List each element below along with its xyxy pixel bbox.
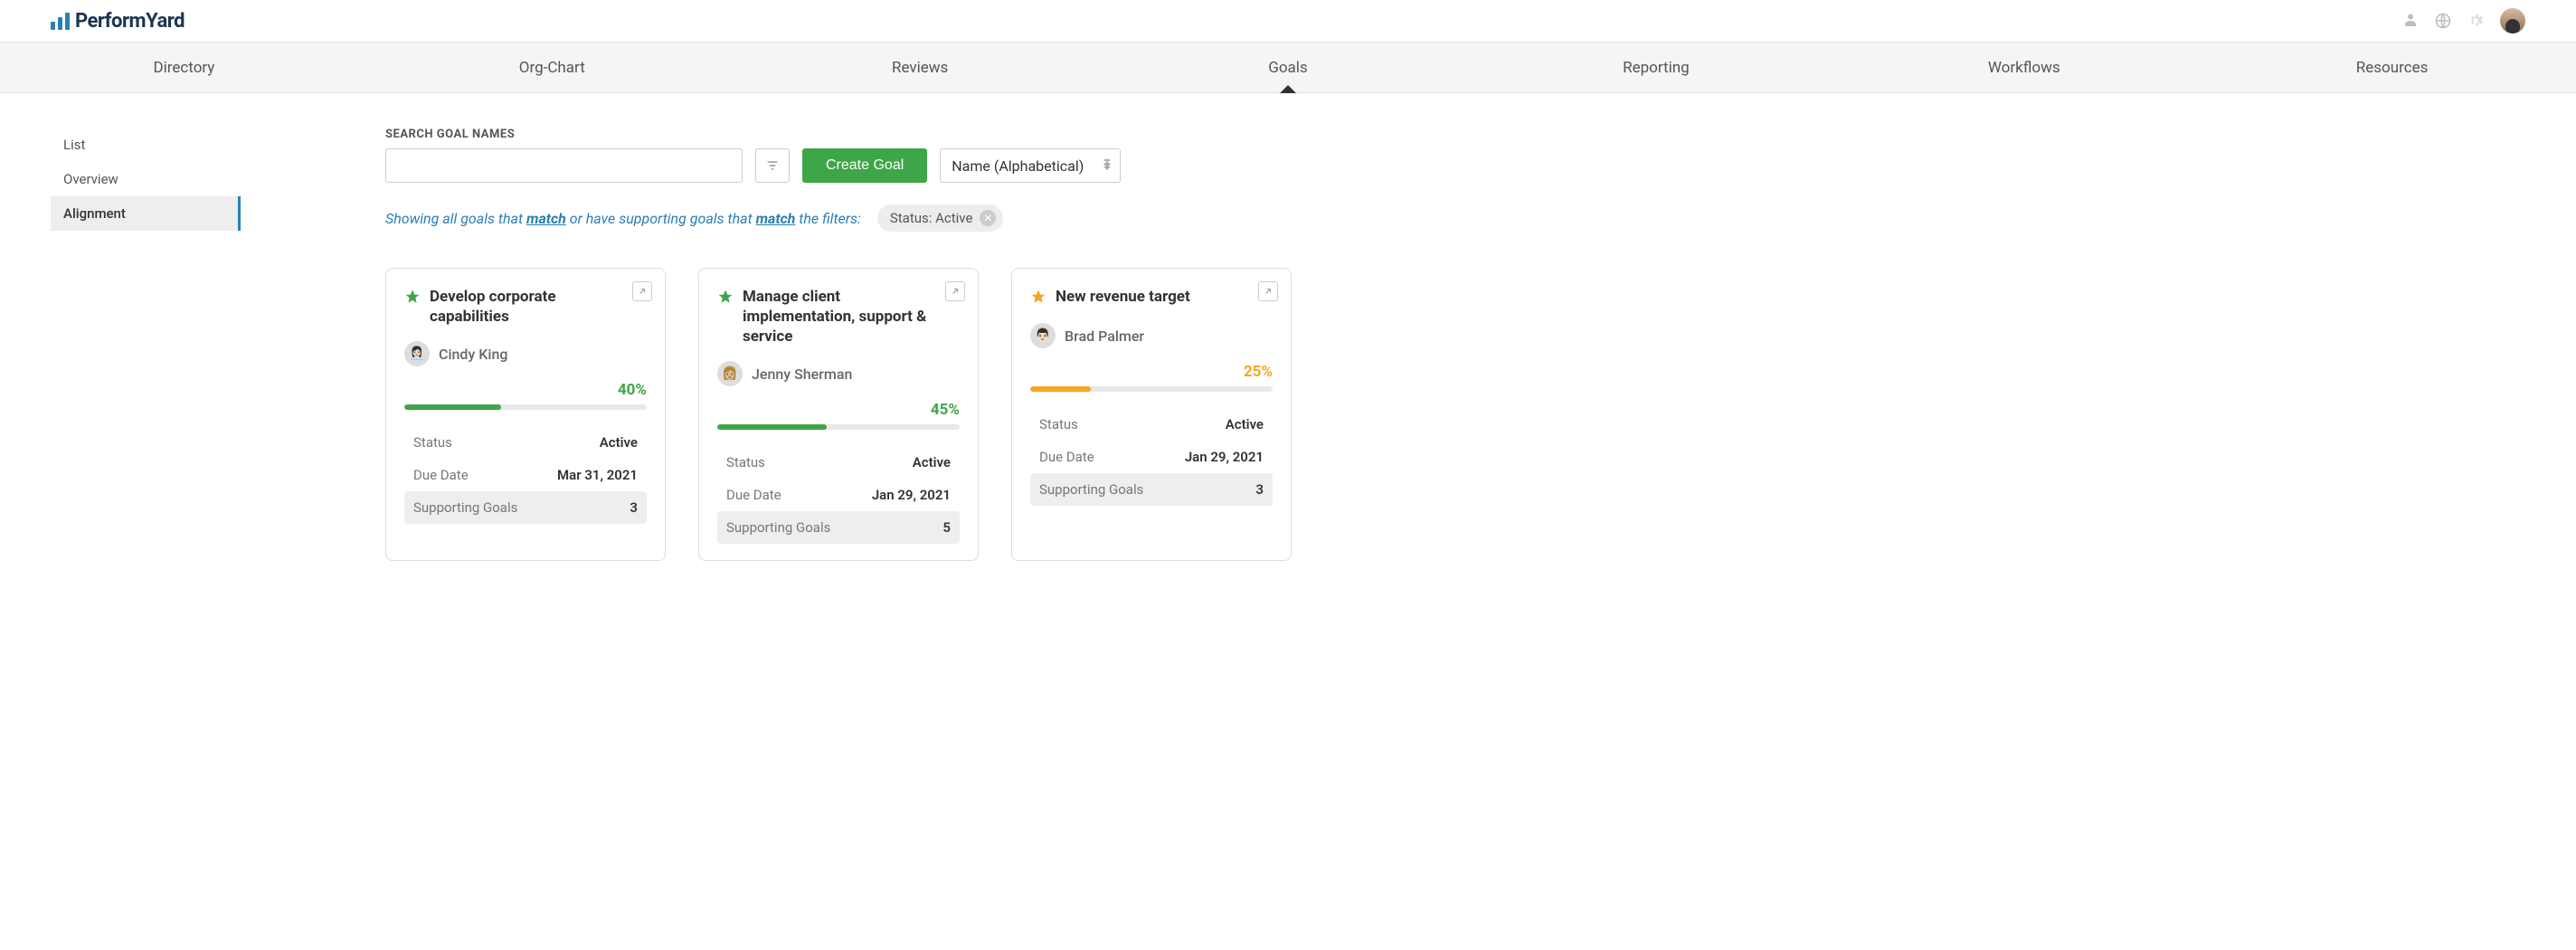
due-date-label: Due Date <box>413 467 469 483</box>
status-label: Status <box>413 434 452 451</box>
status-row: Status Active <box>404 426 647 459</box>
supporting-label: Supporting Goals <box>726 519 830 536</box>
logo-text: PerformYard <box>75 10 185 33</box>
supporting-goals-row[interactable]: Supporting Goals 3 <box>404 491 647 524</box>
due-date-row: Due Date Jan 29, 2021 <box>717 479 960 511</box>
topbar: PerformYard <box>0 0 2576 43</box>
org-icon[interactable] <box>2402 13 2419 29</box>
controls-row: Create Goal Name (Alphabetical) <box>385 148 2525 183</box>
goal-cards: Develop corporate capabilities 👩🏻‍💼 Cind… <box>385 268 2525 561</box>
nav-item-reporting[interactable]: Reporting <box>1472 43 1840 92</box>
due-date-label: Due Date <box>1039 449 1094 465</box>
goal-card: New revenue target 👨🏻 Brad Palmer 25% St… <box>1011 268 1292 561</box>
sort-select[interactable]: Name (Alphabetical) <box>940 148 1121 183</box>
goal-card: Manage client implementation, support & … <box>698 268 979 561</box>
filter-chip-label: Status: Active <box>890 210 973 226</box>
star-icon <box>404 289 421 309</box>
progress-percent: 25% <box>1030 363 1273 381</box>
status-value: Active <box>600 434 638 451</box>
goal-title: Develop corporate capabilities <box>430 287 620 327</box>
owner-avatar: 👨🏻 <box>1030 323 1056 348</box>
filter-chip-remove[interactable]: ✕ <box>980 210 996 226</box>
nav-item-reviews[interactable]: Reviews <box>736 43 1104 92</box>
nav-item-resources[interactable]: Resources <box>2208 43 2576 92</box>
goal-card: Develop corporate capabilities 👩🏻‍💼 Cind… <box>385 268 666 561</box>
logo[interactable]: PerformYard <box>51 10 185 33</box>
progress-bar <box>1030 386 1273 392</box>
status-label: Status <box>726 454 765 470</box>
owner-name: Cindy King <box>439 346 507 363</box>
expand-icon[interactable] <box>1258 281 1278 301</box>
goal-owner[interactable]: 👩🏼 Jenny Sherman <box>717 361 960 386</box>
supporting-value: 3 <box>1255 481 1264 498</box>
nav-item-orgchart[interactable]: Org-Chart <box>368 43 736 92</box>
goal-title: New revenue target <box>1056 287 1190 307</box>
progress-percent: 45% <box>717 401 960 419</box>
expand-icon[interactable] <box>632 281 652 301</box>
search-input[interactable] <box>385 148 743 183</box>
create-goal-button[interactable]: Create Goal <box>802 148 927 183</box>
supporting-value: 3 <box>630 499 638 516</box>
status-value: Active <box>1226 416 1264 432</box>
star-icon <box>717 289 734 309</box>
filter-button[interactable] <box>755 148 790 183</box>
supporting-goals-row[interactable]: Supporting Goals 3 <box>1030 473 1273 506</box>
supporting-label: Supporting Goals <box>1039 481 1143 498</box>
nav-item-directory[interactable]: Directory <box>0 43 368 92</box>
sidebar-item-list[interactable]: List <box>51 128 241 162</box>
goal-title: Manage client implementation, support & … <box>743 287 933 347</box>
globe-icon[interactable] <box>2435 13 2451 29</box>
supporting-label: Supporting Goals <box>413 499 517 516</box>
search-label: SEARCH GOAL NAMES <box>385 128 2525 141</box>
main-content: ListOverviewAlignment SEARCH GOAL NAMES … <box>0 93 2576 561</box>
due-date-value: Jan 29, 2021 <box>872 487 951 503</box>
due-date-label: Due Date <box>726 487 781 503</box>
topbar-actions <box>2402 8 2525 33</box>
supporting-goals-row[interactable]: Supporting Goals 5 <box>717 511 960 544</box>
progress-percent: 40% <box>404 381 647 399</box>
filter-chip-status: Status: Active ✕ <box>877 204 1004 232</box>
filter-icon <box>765 158 780 173</box>
sidebar-item-overview[interactable]: Overview <box>51 162 241 196</box>
due-date-value: Jan 29, 2021 <box>1185 449 1264 465</box>
nav-item-workflows[interactable]: Workflows <box>1840 43 2208 92</box>
status-row: Status Active <box>1030 408 1273 441</box>
owner-avatar: 👩🏼 <box>717 361 743 386</box>
owner-name: Jenny Sherman <box>752 366 852 383</box>
owner-avatar: 👩🏻‍💼 <box>404 341 430 366</box>
nav-item-goals[interactable]: Goals <box>1104 43 1473 92</box>
content-area: SEARCH GOAL NAMES Create Goal Name (Alph… <box>241 128 2525 561</box>
filter-description: Showing all goals that match or have sup… <box>385 204 2525 232</box>
sidebar: ListOverviewAlignment <box>51 128 241 561</box>
star-icon <box>1030 289 1046 309</box>
owner-name: Brad Palmer <box>1065 328 1144 345</box>
main-nav: DirectoryOrg-ChartReviewsGoalsReportingW… <box>0 43 2576 93</box>
status-value: Active <box>913 454 951 470</box>
progress-bar <box>717 424 960 430</box>
goal-owner[interactable]: 👨🏻 Brad Palmer <box>1030 323 1273 348</box>
gear-icon[interactable] <box>2467 13 2484 29</box>
status-label: Status <box>1039 416 1078 432</box>
due-date-value: Mar 31, 2021 <box>557 467 638 483</box>
due-date-row: Due Date Jan 29, 2021 <box>1030 441 1273 473</box>
supporting-value: 5 <box>942 519 951 536</box>
logo-icon <box>51 13 70 30</box>
progress-bar <box>404 404 647 410</box>
sidebar-item-alignment[interactable]: Alignment <box>51 196 241 231</box>
expand-icon[interactable] <box>945 281 965 301</box>
status-row: Status Active <box>717 446 960 479</box>
sort-selected: Name (Alphabetical) <box>952 157 1084 175</box>
sort-arrows-icon <box>1103 161 1111 170</box>
user-avatar[interactable] <box>2500 8 2525 33</box>
goal-owner[interactable]: 👩🏻‍💼 Cindy King <box>404 341 647 366</box>
due-date-row: Due Date Mar 31, 2021 <box>404 459 647 491</box>
